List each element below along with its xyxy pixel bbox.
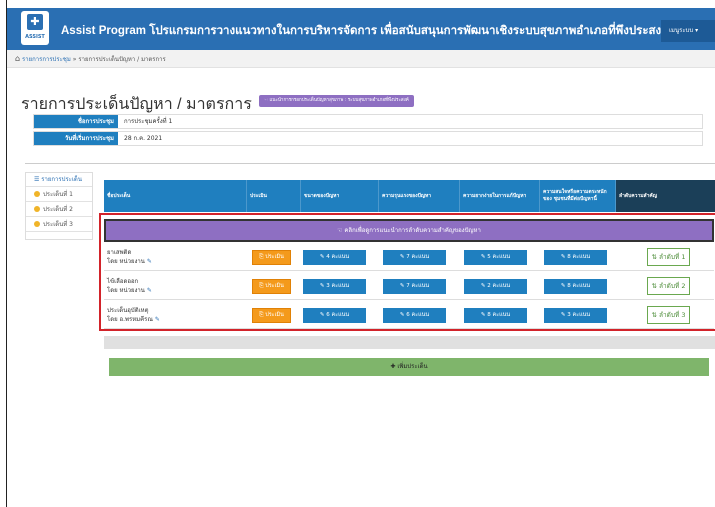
evaluate-button-label: ประเมิน — [265, 312, 284, 318]
rank-button[interactable]: ⇅ ลำดับที่ 2 — [647, 277, 690, 295]
table-row: ไข้เลือดออก โดย หน่วยงาน ✎ ⎘ ประเมิน ✎ 3… — [104, 272, 714, 300]
app-logo[interactable]: ✚ ASSIST — [21, 11, 49, 45]
score-label: 8 คะแนน — [487, 312, 511, 318]
divider — [25, 163, 715, 164]
table-header: ชื่อประเด็น ประเมิน ขนาดของปัญหา ความรุน… — [104, 180, 715, 212]
meeting-name-row: ชื่อการประชุม การประชุมครั้งที่ 1 — [33, 114, 703, 129]
sidebar-header[interactable]: ☰ รายการประเด็น — [26, 173, 92, 187]
meeting-name-value: การประชุมครั้งที่ 1 — [124, 118, 173, 125]
community-score-button[interactable]: ✎ 3 คะแนน — [544, 308, 607, 323]
sidebar-item-label: ประเด็นที่ 2 — [43, 206, 73, 213]
issue-title-cell: ประเด็นอุบัติเหตุ โดย อ.พรหมคีรณ ✎ — [107, 306, 160, 324]
issue-owner: โดย อ.พรหมคีรณ — [107, 316, 153, 323]
meeting-date-row: วันที่เริ่มการประชุม 28 ก.ค. 2021 — [33, 131, 703, 146]
community-score-button[interactable]: ✎ 8 คะแนน — [544, 250, 607, 265]
difficulty-score-button[interactable]: ✎ 2 คะแนน — [464, 279, 527, 294]
difficulty-score-button[interactable]: ✎ 8 คะแนน — [464, 308, 527, 323]
status-dot-icon — [34, 191, 40, 197]
meeting-name-label: ชื่อการประชุม — [34, 115, 118, 128]
score-label: 7 คะแนน — [406, 283, 430, 289]
sidebar-item-label: ประเด็นที่ 1 — [43, 191, 73, 198]
home-icon[interactable]: ⌂ — [15, 54, 20, 63]
column-header-priority: ลำดับความสำคัญ — [616, 180, 715, 212]
score-label: 6 คะแนน — [326, 312, 350, 318]
score-label: 8 คะแนน — [567, 283, 591, 289]
difficulty-score-button[interactable]: ✎ 5 คะแนน — [464, 250, 527, 265]
rank-button[interactable]: ⇅ ลำดับที่ 3 — [647, 306, 690, 324]
evaluate-button[interactable]: ⎘ ประเมิน — [252, 250, 291, 265]
status-dot-icon — [34, 206, 40, 212]
breadcrumb-meetings-link[interactable]: รายการการประชุม — [22, 56, 71, 63]
medical-cross-icon: ✚ — [27, 14, 43, 30]
severity-score-button[interactable]: ✎ 7 คะแนน — [383, 250, 446, 265]
community-score-button[interactable]: ✎ 8 คะแนน — [544, 279, 607, 294]
sidebar-item-label: ประเด็นที่ 3 — [43, 221, 73, 228]
rank-label: ลำดับที่ 2 — [659, 282, 686, 290]
size-score-button[interactable]: ✎ 4 คะแนน — [303, 250, 366, 265]
table-footer-bar — [104, 336, 715, 349]
score-label: 4 คะแนน — [326, 254, 350, 260]
user-menu-dropdown[interactable]: เมนูระบบ ▾ — [661, 20, 715, 42]
column-header-size: ขนาดของปัญหา — [301, 180, 379, 212]
severity-score-button[interactable]: ✎ 6 คะแนน — [383, 308, 446, 323]
sidebar-item-issue-2[interactable]: ประเด็นที่ 2 — [26, 203, 92, 217]
meeting-date-value: 28 ก.ค. 2021 — [124, 135, 163, 142]
add-issue-button[interactable]: ✚ เพิ่มประเด็น — [109, 358, 709, 376]
column-header-severity: ความรุนแรงของปัญหา — [379, 180, 460, 212]
app-frame: ✚ ASSIST Assist Program โปรแกรมการวางแนว… — [6, 0, 715, 507]
edit-pencil-icon[interactable]: ✎ — [147, 258, 152, 265]
severity-score-button[interactable]: ✎ 7 คะแนน — [383, 279, 446, 294]
edit-pencil-icon[interactable]: ✎ — [155, 316, 160, 323]
priority-guide-button[interactable]: ☜ คลิกเพื่อดูการแนะนำการลำดับความสำคัญขอ… — [104, 219, 714, 242]
score-label: 2 คะแนน — [487, 283, 511, 289]
breadcrumb-separator: » — [72, 56, 77, 63]
size-score-button[interactable]: ✎ 3 คะแนน — [303, 279, 366, 294]
guide-badge-button[interactable]: ☜ แนะนำการกรอกประเด็นปัญหาสุขภาพ : ระบบส… — [259, 95, 414, 107]
status-dot-icon — [34, 221, 40, 227]
score-label: 6 คะแนน — [406, 312, 430, 318]
sidebar-item-issue-3[interactable]: ประเด็นที่ 3 — [26, 218, 92, 232]
size-score-button[interactable]: ✎ 6 คะแนน — [303, 308, 366, 323]
score-label: 8 คะแนน — [567, 254, 591, 260]
issue-owner: โดย หน่วยงาน — [107, 287, 145, 294]
issue-title: ไข้เลือดออก — [107, 278, 139, 285]
breadcrumb-current: รายการประเด็นปัญหา / มาตรการ — [78, 56, 166, 63]
column-header-community: ความสนใจหรือความตระหนักของ ชุมชนที่มีต่อ… — [540, 180, 616, 212]
sort-icon: ⇅ — [651, 253, 660, 261]
score-label: 3 คะแนน — [326, 283, 350, 289]
rank-label: ลำดับที่ 1 — [659, 253, 686, 261]
score-label: 5 คะแนน — [487, 254, 511, 260]
evaluate-button-label: ประเมิน — [265, 254, 284, 260]
issue-title-cell: ไข้เลือดออก โดย หน่วยงาน ✎ — [107, 277, 152, 295]
issue-title-cell: ยาเสพติด โดย หน่วยงาน ✎ — [107, 248, 152, 266]
column-header-evaluate: ประเมิน — [247, 180, 301, 212]
sort-icon: ⇅ — [651, 282, 660, 290]
top-navbar: ✚ ASSIST Assist Program โปรแกรมการวางแนว… — [7, 8, 715, 50]
issue-title: ยาเสพติด — [107, 249, 132, 256]
evaluate-button[interactable]: ⎘ ประเมิน — [252, 308, 291, 323]
edit-pencil-icon[interactable]: ✎ — [147, 287, 152, 294]
evaluate-button-label: ประเมิน — [265, 283, 284, 289]
score-label: 7 คะแนน — [406, 254, 430, 260]
rank-button[interactable]: ⇅ ลำดับที่ 1 — [647, 248, 690, 266]
score-label: 3 คะแนน — [567, 312, 591, 318]
column-header-difficulty: ความยากง่ายในการแก้ปัญหา — [460, 180, 540, 212]
rank-label: ลำดับที่ 3 — [659, 311, 686, 319]
table-row: ประเด็นอุบัติเหตุ โดย อ.พรหมคีรณ ✎ ⎘ ประ… — [104, 301, 714, 329]
logo-text: ASSIST — [25, 34, 45, 40]
issue-owner: โดย หน่วยงาน — [107, 258, 145, 265]
issue-sidebar: ☰ รายการประเด็น ประเด็นที่ 1 ประเด็นที่ … — [25, 172, 93, 240]
breadcrumb: ⌂ รายการการประชุม » รายการประเด็นปัญหา /… — [7, 50, 715, 68]
table-row: ยาเสพติด โดย หน่วยงาน ✎ ⎘ ประเมิน ✎ 4 คะ… — [104, 243, 714, 271]
issue-title: ประเด็นอุบัติเหตุ — [107, 307, 149, 314]
meeting-date-label: วันที่เริ่มการประชุม — [34, 132, 118, 145]
app-title: Assist Program โปรแกรมการวางแนวทางในการบ… — [61, 25, 692, 37]
sort-icon: ⇅ — [651, 311, 660, 319]
sidebar-header-label: รายการประเด็น — [41, 176, 82, 183]
evaluate-button[interactable]: ⎘ ประเมิน — [252, 279, 291, 294]
sidebar-item-issue-1[interactable]: ประเด็นที่ 1 — [26, 188, 92, 202]
column-header-issue: ชื่อประเด็น — [104, 180, 247, 212]
